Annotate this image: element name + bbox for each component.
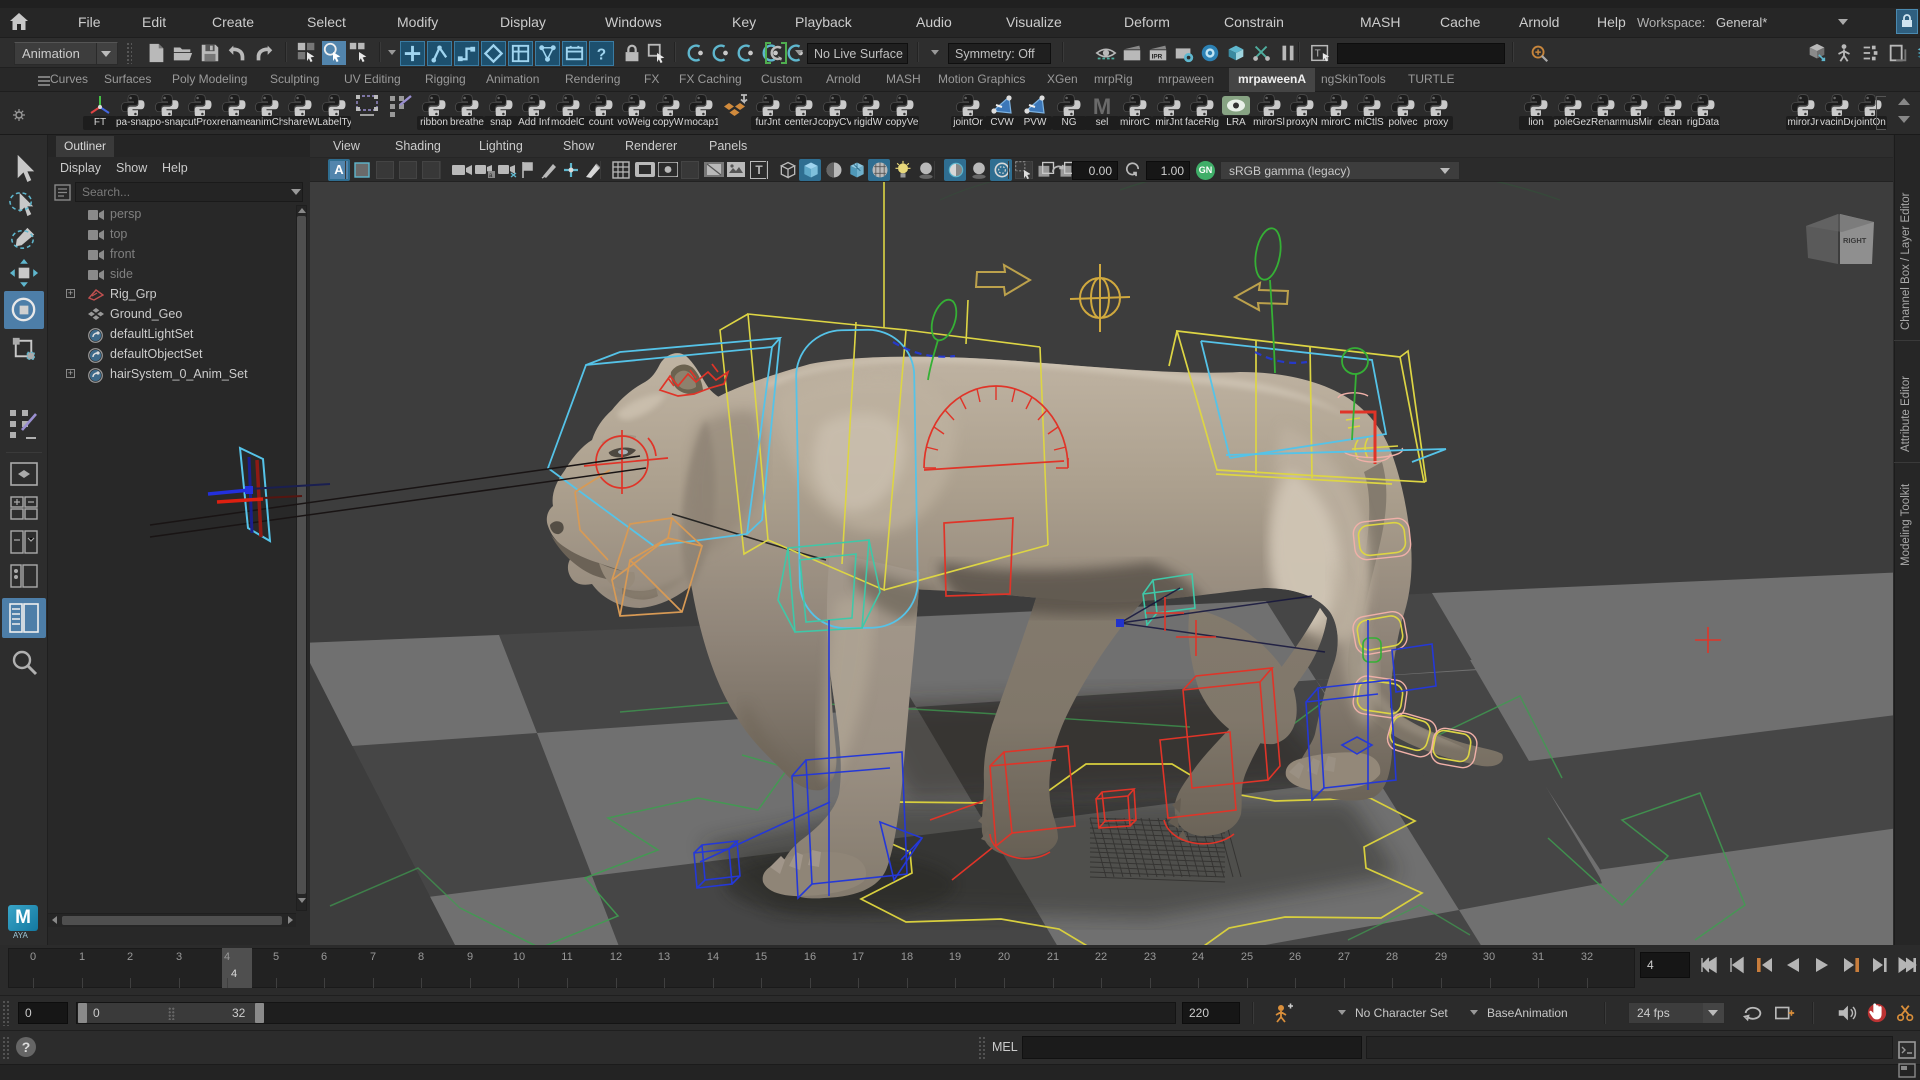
svg-text:?: ? <box>597 46 606 63</box>
svg-text:RIGHT: RIGHT <box>1843 236 1867 245</box>
svg-text:T: T <box>1315 49 1321 60</box>
svg-text:IPR: IPR <box>1152 54 1163 61</box>
